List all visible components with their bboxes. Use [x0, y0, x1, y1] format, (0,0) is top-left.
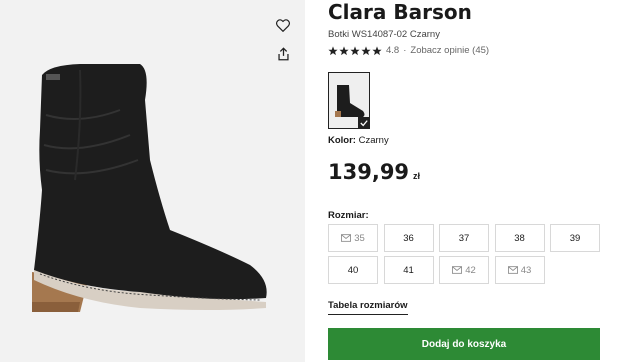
product-model: Botki WS14087-02 Czarny — [328, 29, 440, 40]
star-icon — [328, 45, 338, 55]
size-option[interactable]: 36 — [383, 224, 434, 252]
rating-separator: · — [403, 45, 407, 56]
rating-stars — [328, 45, 382, 56]
product-price: 139,99 zł — [328, 160, 420, 184]
rating-value: 4.8 — [386, 45, 400, 56]
product-brand: Clara Barson — [328, 0, 472, 24]
size-option[interactable]: 40 — [328, 256, 378, 284]
wishlist-button[interactable] — [270, 12, 296, 38]
size-option[interactable]: 35 — [328, 224, 378, 252]
size-label: 37 — [458, 232, 470, 244]
size-label: 36 — [403, 232, 414, 244]
size-label: 41 — [403, 264, 414, 276]
color-variant-thumbnail[interactable] — [328, 72, 370, 129]
heart-icon — [276, 18, 290, 32]
size-option[interactable]: 38 — [494, 224, 545, 252]
color-value: Czarny — [358, 135, 389, 146]
star-icon — [339, 45, 349, 55]
selected-check — [358, 117, 370, 129]
size-label: 42 — [465, 264, 476, 276]
star-icon — [361, 45, 371, 55]
size-label: 38 — [514, 232, 525, 244]
size-label: 43 — [520, 264, 532, 276]
product-image[interactable] — [20, 40, 270, 325]
star-icon — [350, 45, 360, 55]
price-value: 139,99 — [328, 160, 410, 184]
size-option[interactable]: 42 — [439, 256, 489, 284]
share-icon — [277, 47, 289, 61]
mail-icon — [507, 266, 518, 274]
size-title: Rozmiar: — [328, 210, 369, 221]
color-info: Kolor: Czarny — [328, 135, 389, 146]
size-option[interactable]: 39 — [550, 224, 600, 252]
size-label: 39 — [569, 232, 581, 244]
check-icon — [360, 120, 368, 127]
product-info: Clara Barson Botki WS14087-02 Czarny 4.8… — [328, 0, 618, 360]
size-chart-link[interactable]: Tabela rozmiarów — [328, 300, 408, 315]
reviews-link[interactable]: Zobacz opinie (45) — [410, 45, 489, 56]
product-rating: 4.8 · Zobacz opinie (45) — [328, 45, 618, 56]
product-gallery — [0, 0, 305, 362]
size-label: 35 — [354, 232, 365, 244]
size-grid: 35 36 37 38 39 40 41 42 43 — [328, 224, 600, 284]
add-to-cart-button[interactable]: Dodaj do koszyka — [328, 328, 600, 360]
size-option[interactable]: 41 — [383, 256, 434, 284]
share-button[interactable] — [270, 41, 296, 67]
size-option[interactable]: 43 — [494, 256, 545, 284]
mail-icon — [341, 234, 352, 242]
mail-icon — [452, 266, 463, 274]
color-label: Kolor: — [328, 135, 356, 146]
price-currency: zł — [413, 171, 421, 181]
size-label: 40 — [347, 264, 359, 276]
size-option[interactable]: 37 — [439, 224, 489, 252]
star-icon — [372, 45, 382, 55]
